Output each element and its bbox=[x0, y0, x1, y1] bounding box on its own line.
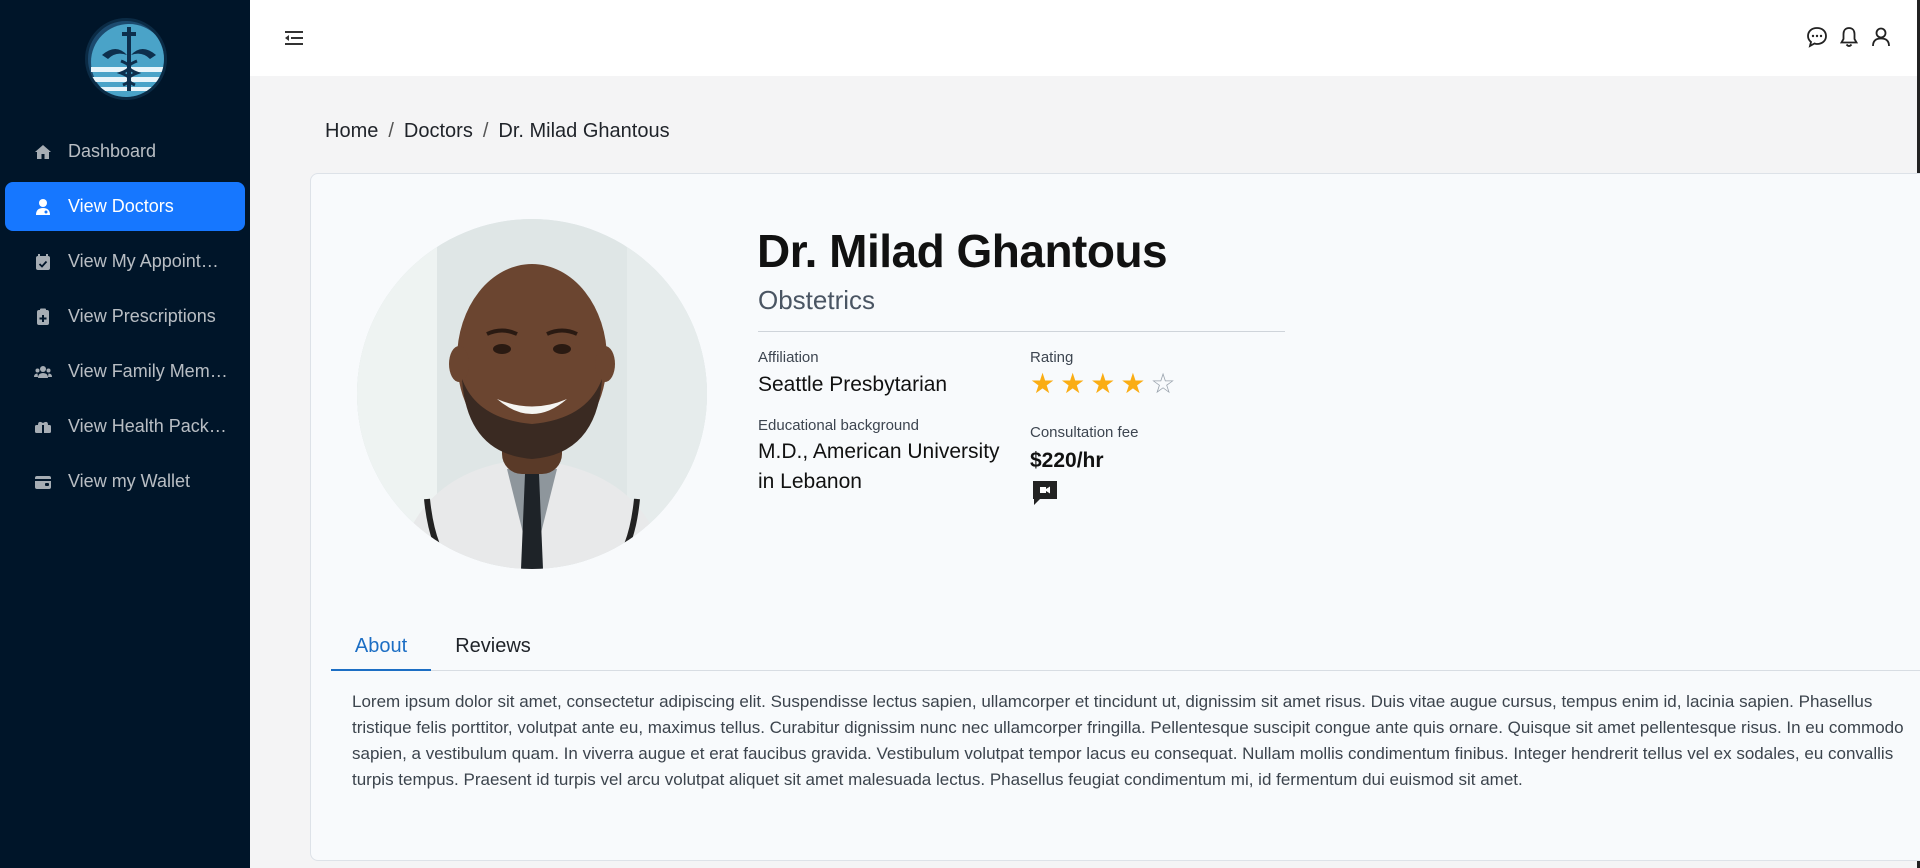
sidebar-item-label: View Family Members bbox=[68, 361, 228, 381]
breadcrumb-home[interactable]: Home bbox=[325, 120, 378, 143]
message-doctor-icon[interactable] bbox=[1030, 478, 1060, 508]
sidebar-item-label: View My Appointments bbox=[68, 251, 228, 271]
education-value: M.D., American University in Lebanon bbox=[758, 440, 1000, 493]
sidebar-item-view-doctors[interactable]: View Doctors bbox=[5, 182, 245, 231]
family-icon bbox=[34, 363, 52, 381]
star-icon: ☆ bbox=[1150, 368, 1176, 399]
chat-icon[interactable] bbox=[1806, 26, 1828, 48]
fee-value: $220/hr bbox=[1030, 449, 1104, 472]
tab-reviews[interactable]: Reviews bbox=[453, 626, 533, 671]
star-icon: ★ bbox=[1060, 368, 1086, 399]
star-icon: ★ bbox=[1090, 368, 1116, 399]
doctor-profile-card: Dr. Milad Ghantous Obstetrics Affiliatio… bbox=[310, 173, 1920, 861]
breadcrumb-separator: / bbox=[388, 120, 394, 142]
sidebar-item-label: View Doctors bbox=[68, 196, 174, 216]
sidebar-item-family-members[interactable]: View Family Members bbox=[5, 347, 245, 396]
sidebar-item-health-packages[interactable]: View Health Packages bbox=[5, 402, 245, 451]
doctor-icon bbox=[34, 198, 52, 216]
breadcrumb: Home / Doctors / Dr. Milad Ghantous bbox=[325, 120, 670, 143]
star-icon: ★ bbox=[1030, 368, 1056, 399]
sidebar-item-dashboard[interactable]: Dashboard bbox=[5, 127, 245, 176]
top-header bbox=[250, 0, 1920, 76]
education-label: Educational background bbox=[758, 417, 919, 434]
wallet-icon bbox=[34, 473, 52, 491]
bell-icon[interactable] bbox=[1838, 26, 1860, 48]
affiliation-label: Affiliation bbox=[758, 349, 819, 366]
package-icon bbox=[34, 418, 52, 436]
home-icon bbox=[34, 143, 52, 161]
caduceus-logo[interactable] bbox=[85, 18, 167, 100]
sidebar-menu: Dashboard View Doctors View My Appointme… bbox=[0, 127, 250, 512]
sidebar-item-label: Dashboard bbox=[68, 141, 157, 161]
rating-stars: ★ ★ ★ ★ ☆ bbox=[1030, 369, 1176, 399]
rating-label: Rating bbox=[1030, 349, 1074, 366]
sidebar-item-prescriptions[interactable]: View Prescriptions bbox=[5, 292, 245, 341]
affiliation-value: Seattle Presbytarian bbox=[758, 373, 948, 396]
header-divider bbox=[758, 331, 1285, 332]
sidebar-item-appointments[interactable]: View My Appointments bbox=[5, 237, 245, 286]
sidebar-item-label: View Health Packages bbox=[68, 416, 228, 436]
doctor-specialty: Obstetrics bbox=[758, 285, 876, 315]
prescription-icon bbox=[34, 308, 52, 326]
star-icon: ★ bbox=[1120, 368, 1146, 399]
sidebar-item-wallet[interactable]: View my Wallet bbox=[5, 457, 245, 506]
doctor-photo bbox=[357, 219, 707, 569]
calendar-check-icon bbox=[34, 253, 52, 271]
breadcrumb-current: Dr. Milad Ghantous bbox=[498, 120, 670, 142]
header-actions bbox=[1806, 26, 1892, 48]
doctor-name: Dr. Milad Ghantous bbox=[757, 225, 1168, 277]
breadcrumb-separator: / bbox=[482, 120, 489, 142]
fee-label: Consultation fee bbox=[1030, 424, 1139, 441]
about-text: Lorem ipsum dolor sit amet, consectetur … bbox=[352, 692, 1904, 789]
sidebar-item-label: View Prescriptions bbox=[68, 306, 216, 326]
tab-about[interactable]: About bbox=[331, 626, 431, 671]
sidebar: Dashboard View Doctors View My Appointme… bbox=[0, 0, 250, 868]
profile-tabs: About Reviews bbox=[331, 626, 1920, 671]
breadcrumb-doctors[interactable]: Doctors bbox=[404, 120, 473, 143]
sidebar-item-label: View my Wallet bbox=[68, 471, 191, 491]
user-icon[interactable] bbox=[1870, 26, 1892, 48]
menu-fold-icon[interactable] bbox=[283, 27, 305, 49]
